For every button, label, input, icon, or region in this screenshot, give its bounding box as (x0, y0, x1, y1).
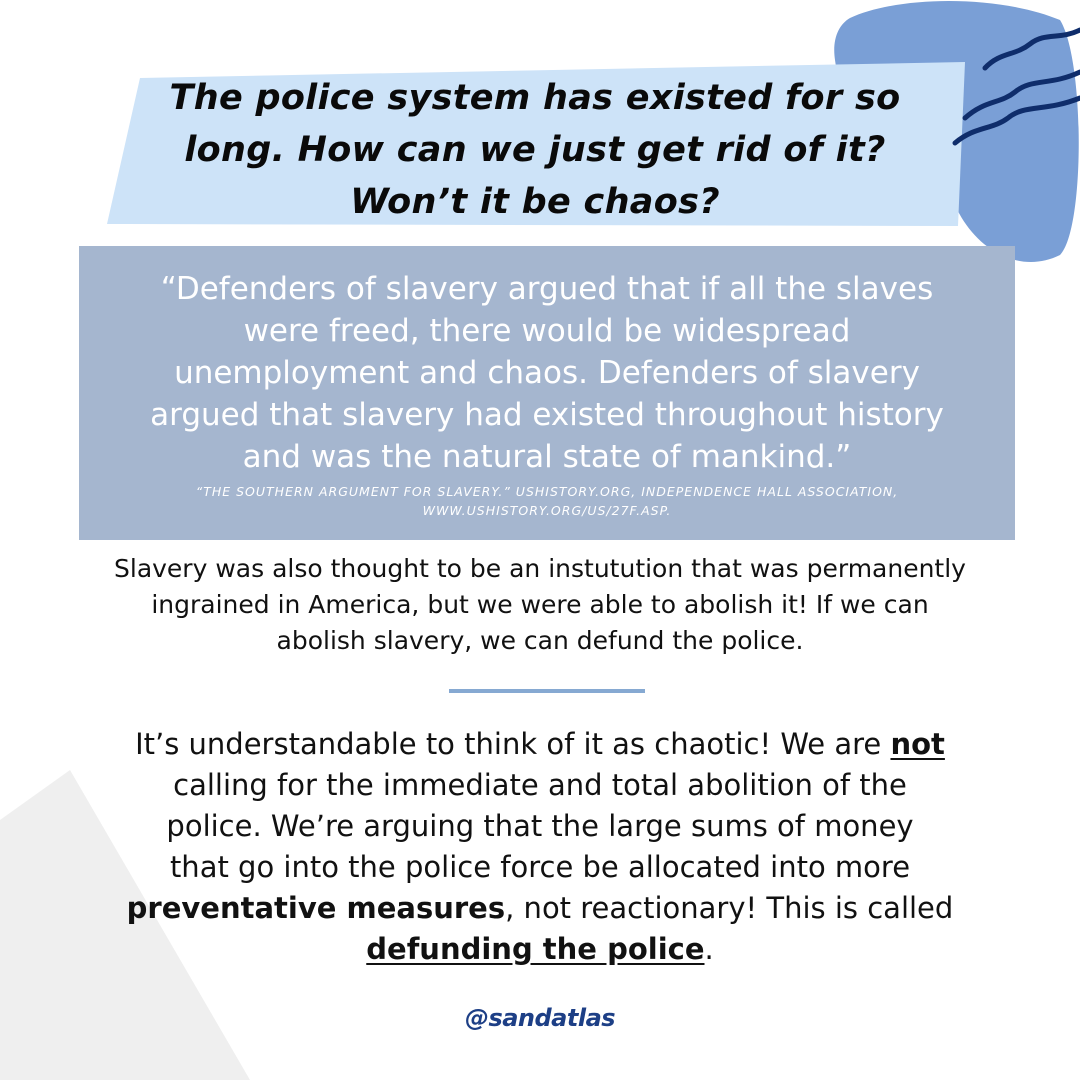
quote-line: “Defenders of slavery argued that if all… (160, 271, 934, 307)
citation-line: “The Southern Argument for Slavery.” Ush… (195, 484, 899, 499)
quote-line: were freed, there would be widespread (243, 313, 851, 349)
paragraph-line: abolish slavery, we can defund the polic… (276, 626, 804, 655)
quote-line: argued that slavery had existed througho… (150, 397, 944, 433)
title-line-3: Won’t it be chaos? (350, 182, 720, 222)
citation-line: www.ushistory.org/us/27f.asp. (422, 503, 672, 518)
title-line-2: long. How can we just get rid of it? (184, 130, 886, 170)
emphasis-preventative-measures: preventative measures (126, 891, 506, 925)
title-line-1: The police system has existed for so (169, 78, 901, 118)
paragraph-line: ingrained in America, but we were able t… (151, 590, 929, 619)
quote-line: and was the natural state of mankind.” (242, 439, 852, 475)
emphasis-not: not (890, 727, 945, 761)
paragraph-line: that go into the police force be allocat… (169, 850, 911, 884)
text-run: , not reactionary! This is called (505, 891, 954, 925)
slavery-paragraph: Slavery was also thought to be an instut… (20, 551, 1060, 659)
quote-line: unemployment and chaos. Defenders of sla… (174, 355, 920, 391)
page-title: The police system has existed for so lon… (150, 72, 920, 228)
defund-paragraph: It’s understandable to think of it as ch… (40, 724, 1040, 970)
emphasis-defunding-the-police: defunding the police (366, 932, 705, 966)
text-run: . (704, 932, 714, 966)
paragraph-line: defunding the police. (40, 929, 1040, 970)
paragraph-line: police. We’re arguing that the large sum… (166, 809, 914, 843)
quote-citation: “The Southern Argument for Slavery.” Ush… (110, 482, 984, 520)
paragraph-line: calling for the immediate and total abol… (173, 768, 907, 802)
author-handle: @sandatlas (464, 1004, 616, 1032)
paragraph-line: Slavery was also thought to be an instut… (114, 554, 966, 583)
text-run: It’s understandable to think of it as ch… (135, 727, 891, 761)
paragraph-line: preventative measures, not reactionary! … (40, 888, 1040, 929)
section-divider (449, 689, 645, 693)
quote-text: “Defenders of slavery argued that if all… (95, 268, 999, 478)
paragraph-line: It’s understandable to think of it as ch… (40, 724, 1040, 765)
